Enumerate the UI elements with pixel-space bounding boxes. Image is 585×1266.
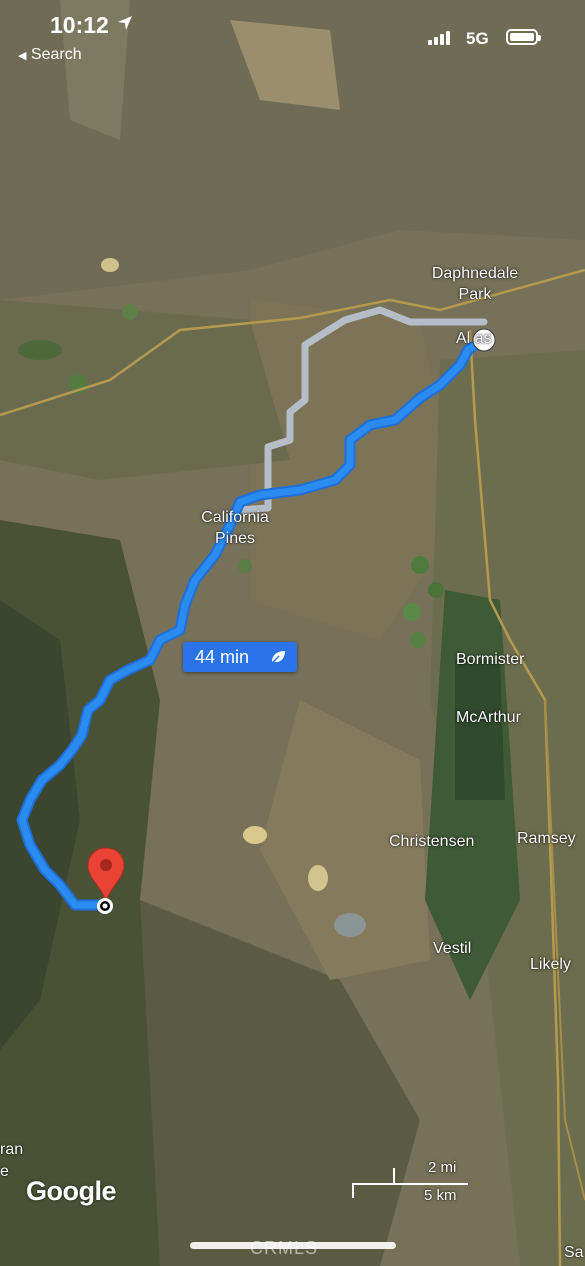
place-vestil: Vestil: [433, 940, 472, 957]
place-edge-left-2: e: [0, 1163, 9, 1180]
red-pin-icon[interactable]: [86, 846, 126, 918]
google-logo: Google: [26, 1176, 117, 1206]
eta-time: 44 min: [195, 647, 250, 667]
place-bormister: Bormister: [456, 651, 525, 668]
place-edge-right: Sa: [564, 1244, 584, 1261]
place-mcarthur: McArthur: [456, 709, 521, 726]
status-bar: 10:12 ◀ Search 5G: [0, 0, 585, 70]
location-arrow-icon: [118, 16, 133, 30]
leaf-icon: [270, 651, 285, 665]
back-to-search-button[interactable]: ◀ Search: [18, 46, 82, 64]
battery-icon: [506, 29, 541, 45]
back-arrow-icon: ◀: [18, 50, 27, 62]
network-type: 5G: [466, 29, 489, 48]
satellite-map[interactable]: [0, 0, 585, 1266]
place-ramsey: Ramsey: [517, 830, 576, 847]
scale-km: 5 km: [424, 1187, 457, 1204]
scale-miles: 2 mi: [428, 1159, 457, 1176]
place-likely: Likely: [530, 956, 571, 973]
home-indicator[interactable]: [190, 1242, 396, 1249]
place-edge-left: ran: [0, 1141, 24, 1158]
place-california-pines: California Pines: [201, 509, 269, 547]
signal-bars-icon: [428, 31, 450, 45]
place-christensen: Christensen: [389, 833, 475, 850]
eta-bubble[interactable]: 44 min: [183, 642, 297, 672]
place-alturas: Al as: [456, 330, 492, 347]
status-time: 10:12: [50, 12, 133, 39]
place-daphnedale-park: Daphnedale Park: [431, 265, 519, 303]
